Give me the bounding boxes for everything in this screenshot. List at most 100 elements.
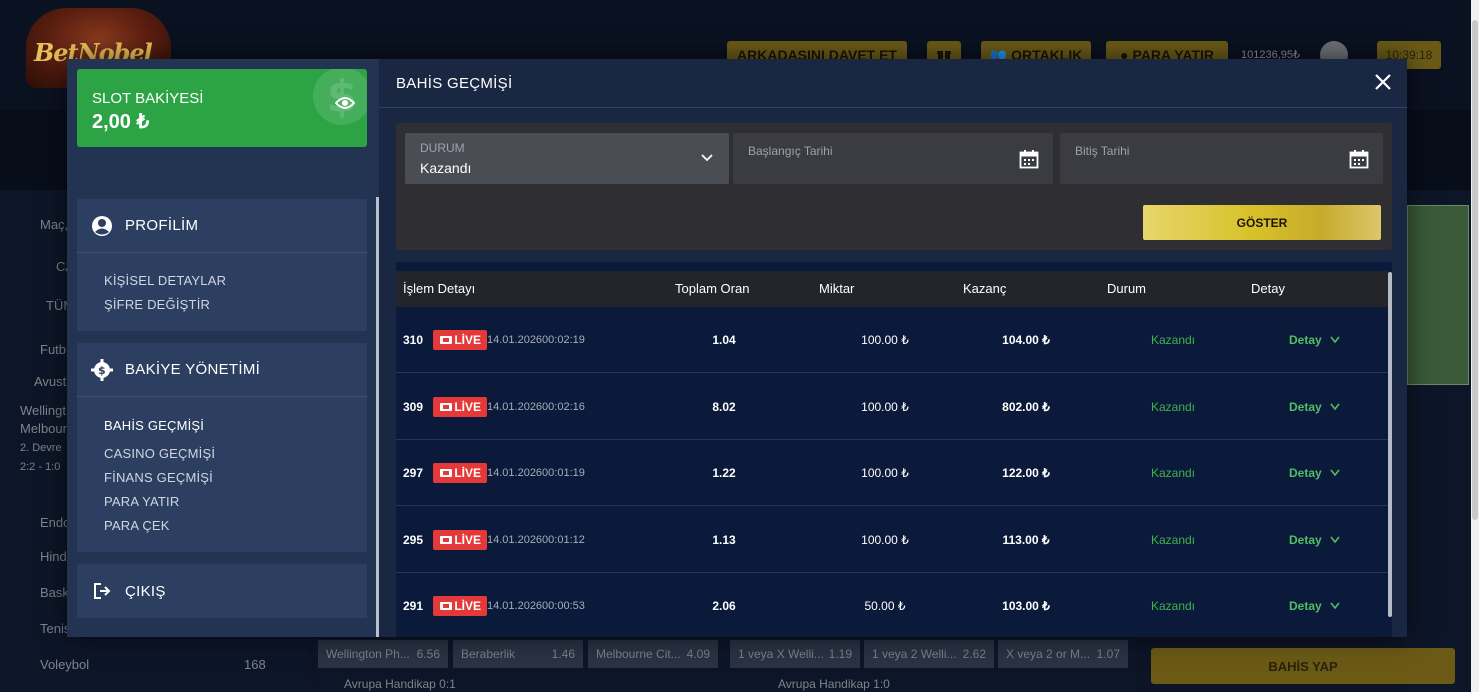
tv-icon bbox=[440, 469, 452, 477]
tv-icon bbox=[440, 336, 452, 344]
show-button[interactable]: GÖSTER bbox=[1143, 205, 1381, 240]
tv-icon bbox=[440, 602, 452, 610]
bet-winnings: 122.00 ₺ bbox=[1002, 466, 1050, 480]
status-label: DURUM bbox=[420, 141, 465, 155]
bet-amount: 100.00 ₺ bbox=[861, 400, 909, 414]
detail-link[interactable]: Detay bbox=[1289, 307, 1322, 373]
detail-link[interactable]: Detay bbox=[1289, 440, 1322, 506]
page-title: BAHİS GEÇMİŞİ bbox=[396, 74, 513, 92]
end-date-field[interactable]: Bitiş Tarihi bbox=[1060, 133, 1383, 184]
chevron-down-icon[interactable] bbox=[1330, 469, 1340, 477]
place-bet-button[interactable]: BAHİS YAP bbox=[1151, 648, 1455, 684]
bet-history-panel: BAHİS GEÇMİŞİ DURUM Kazandı Başlangıç Ta… bbox=[379, 59, 1407, 637]
bet-total-odds: 2.06 bbox=[712, 599, 736, 613]
bet-winnings: 113.00 ₺ bbox=[1002, 533, 1050, 547]
table-row: 291 LİVE 14.01.202600:00:53 2.06 50.00 ₺ 103.… bbox=[396, 573, 1388, 637]
bet-history-link[interactable]: BAHİS GEÇMİŞİ bbox=[104, 414, 367, 438]
detail-link[interactable]: Detay bbox=[1289, 573, 1322, 637]
bet-date: 14.01.202600:01:12 bbox=[487, 534, 585, 546]
bet-id: 310 bbox=[403, 333, 424, 347]
bet-total-odds: 1.13 bbox=[712, 533, 736, 547]
bet-id: 295 bbox=[403, 533, 424, 547]
user-circle-icon bbox=[91, 215, 113, 237]
finance-history-link[interactable]: FİNANS GEÇMİŞİ bbox=[104, 466, 367, 490]
col-amount: Miktar bbox=[819, 281, 855, 296]
logout-section[interactable]: ÇIKIŞ bbox=[77, 564, 367, 618]
bet-id: 309 bbox=[403, 400, 424, 414]
live-badge: LİVE bbox=[433, 330, 487, 350]
bet-status: Kazandı bbox=[1150, 599, 1196, 613]
table-scrollbar[interactable] bbox=[1388, 272, 1392, 617]
tv-icon bbox=[440, 536, 452, 544]
profile-header[interactable]: PROFİLİM bbox=[77, 199, 367, 253]
calendar-icon[interactable] bbox=[1019, 149, 1039, 169]
account-modal: $ SLOT BAKİYESİ 2,00 ₺ PROFİLİM KİŞİSEL … bbox=[67, 59, 1407, 637]
filter-panel: DURUM Kazandı Başlangıç Tarihi Bitiş Tar… bbox=[396, 123, 1392, 250]
personal-details-link[interactable]: KİŞİSEL DETAYLAR bbox=[104, 269, 367, 293]
odd-label: 1 veya X Welli... bbox=[738, 647, 824, 661]
col-detail: Detay bbox=[1251, 281, 1285, 296]
bet-history-table: İşlem Detayı Toplam Oran Miktar Kazanç D… bbox=[396, 262, 1392, 637]
change-password-link[interactable]: ŞİFRE DEĞİŞTİR bbox=[104, 293, 367, 317]
chevron-down-icon[interactable] bbox=[1330, 536, 1340, 544]
market-handicap-1[interactable]: Avrupa Handikap 0:1 bbox=[318, 676, 618, 692]
odd-away[interactable]: Melbourne Cit... 4.09 bbox=[588, 640, 718, 668]
bet-total-odds: 1.22 bbox=[712, 466, 736, 480]
volleyball-count: 168 bbox=[244, 656, 266, 672]
logout-button[interactable]: ÇIKIŞ bbox=[77, 564, 367, 618]
odd-12[interactable]: 1 veya 2 Welli... 2.62 bbox=[864, 640, 994, 668]
bet-amount: 100.00 ₺ bbox=[861, 333, 909, 347]
table-row: 309 LİVE 14.01.202600:02:16 8.02 100.00 ₺ 802… bbox=[396, 374, 1388, 440]
table-row: 295 LİVE 14.01.202600:01:12 1.13 100.00 ₺ 113… bbox=[396, 507, 1388, 573]
deposit-link[interactable]: PARA YATIR bbox=[104, 490, 367, 514]
live-pitch bbox=[1407, 205, 1469, 385]
profile-section: PROFİLİM KİŞİSEL DETAYLAR ŞİFRE DEĞİŞTİR bbox=[77, 199, 367, 331]
withdraw-link[interactable]: PARA ÇEK bbox=[104, 514, 367, 538]
bet-amount: 50.00 ₺ bbox=[864, 599, 906, 613]
panel-header: BAHİS GEÇMİŞİ bbox=[379, 59, 1407, 108]
odd-value: 4.09 bbox=[686, 647, 710, 661]
odd-label: Wellington Ph... bbox=[326, 647, 410, 661]
page-scrollbar-thumb[interactable] bbox=[1472, 20, 1478, 520]
detail-link[interactable]: Detay bbox=[1289, 507, 1322, 573]
chevron-down-icon[interactable] bbox=[1330, 336, 1340, 344]
chevron-down-icon bbox=[701, 154, 713, 162]
live-label: LİVE bbox=[454, 533, 481, 547]
balance-header[interactable]: $ BAKİYE YÖNETİMİ bbox=[77, 343, 367, 397]
odd-x2[interactable]: X veya 2 or M... 1.07 bbox=[998, 640, 1128, 668]
bet-date: 14.01.202600:00:53 bbox=[487, 600, 585, 612]
col-transaction: İşlem Detayı bbox=[403, 281, 476, 296]
calendar-icon[interactable] bbox=[1349, 149, 1369, 169]
live-label: LİVE bbox=[454, 466, 481, 480]
odd-label: 1 veya 2 Welli... bbox=[872, 647, 957, 661]
odd-home[interactable]: Wellington Ph... 6.56 bbox=[318, 640, 448, 668]
odd-1x[interactable]: 1 veya X Welli... 1.19 bbox=[730, 640, 860, 668]
bet-status: Kazandı bbox=[1150, 466, 1196, 480]
logout-label: ÇIKIŞ bbox=[125, 582, 166, 600]
tv-icon bbox=[440, 403, 452, 411]
live-badge: LİVE bbox=[433, 596, 487, 616]
end-date-placeholder: Bitiş Tarihi bbox=[1075, 144, 1130, 158]
status-select[interactable]: DURUM Kazandı bbox=[405, 133, 729, 184]
live-badge: LİVE bbox=[433, 463, 487, 483]
col-winnings: Kazanç bbox=[963, 281, 1007, 296]
odd-label: Beraberlik bbox=[461, 647, 516, 661]
chevron-down-icon[interactable] bbox=[1330, 403, 1340, 411]
start-date-field[interactable]: Başlangıç Tarihi bbox=[733, 133, 1053, 184]
chevron-down-icon[interactable] bbox=[1330, 602, 1340, 610]
close-icon[interactable] bbox=[1374, 73, 1392, 91]
market-handicap-2[interactable]: Avrupa Handikap 1:0 bbox=[752, 676, 1052, 692]
table-row: 297 LİVE 14.01.202600:01:19 1.22 100.00 ₺ 122… bbox=[396, 440, 1388, 506]
bet-winnings: 104.00 ₺ bbox=[1002, 333, 1050, 347]
balance-section: $ BAKİYE YÖNETİMİ BAHİS GEÇMİŞİ CASINO G… bbox=[77, 343, 367, 552]
casino-history-link[interactable]: CASINO GEÇMİŞİ bbox=[104, 442, 367, 466]
odd-draw[interactable]: Beraberlik 1.46 bbox=[453, 640, 583, 668]
start-date-placeholder: Başlangıç Tarihi bbox=[748, 144, 833, 158]
odd-value: 1.19 bbox=[828, 647, 852, 661]
detail-link[interactable]: Detay bbox=[1289, 374, 1322, 440]
odd-value: 1.46 bbox=[551, 647, 575, 661]
bet-status: Kazandı bbox=[1150, 400, 1196, 414]
eye-icon[interactable] bbox=[335, 97, 355, 109]
odd-label: X veya 2 or M... bbox=[1006, 647, 1091, 661]
bet-id: 291 bbox=[403, 599, 424, 613]
